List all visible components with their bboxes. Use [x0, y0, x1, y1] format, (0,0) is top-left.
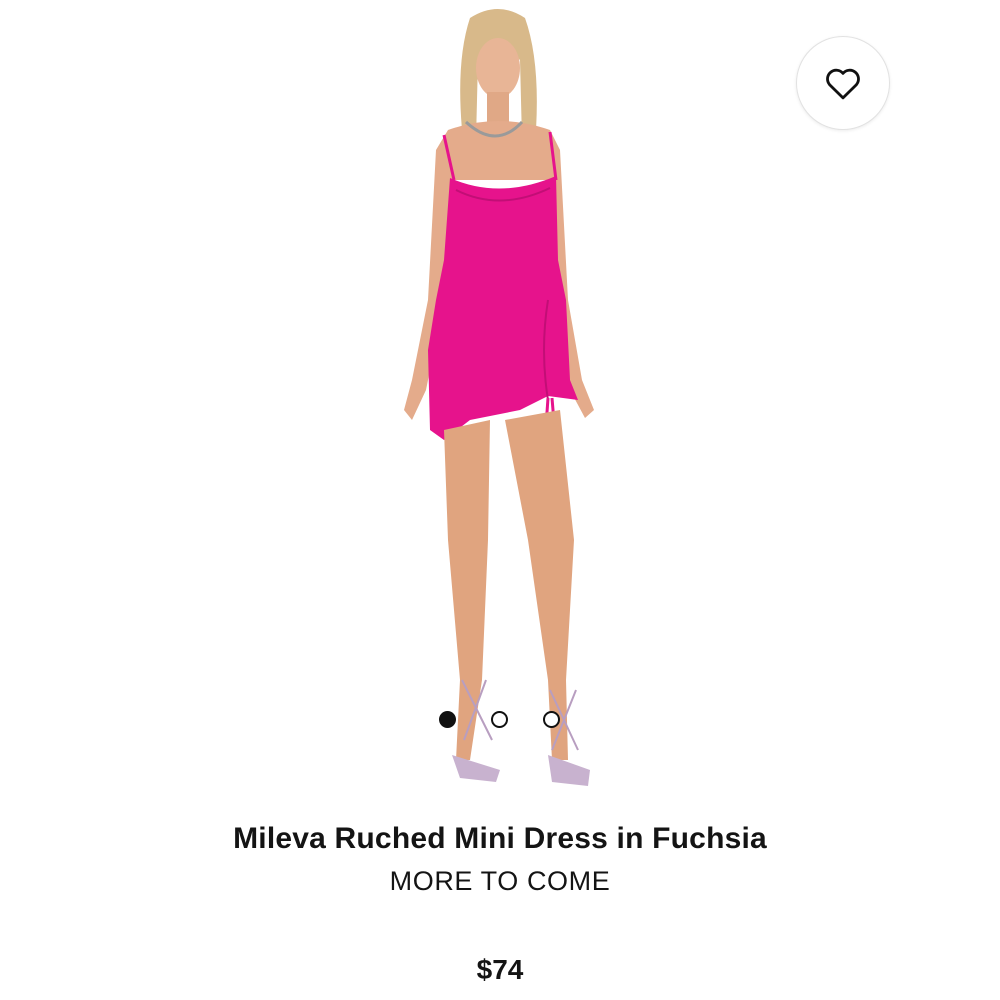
product-image — [404, 9, 594, 786]
carousel-dot-1[interactable] — [439, 711, 456, 728]
carousel-dot-2[interactable] — [491, 711, 508, 728]
product-card: Mileva Ruched Mini Dress in Fuchsia MORE… — [0, 0, 1000, 1000]
heart-outline-icon — [826, 68, 860, 100]
product-title[interactable]: Mileva Ruched Mini Dress in Fuchsia — [0, 822, 1000, 856]
carousel-dot-3[interactable] — [543, 711, 560, 728]
product-price: $74 — [476, 954, 524, 985]
product-subtitle: MORE TO COME — [389, 866, 611, 896]
carousel-indicators — [0, 710, 1000, 730]
wishlist-button[interactable] — [796, 36, 890, 130]
